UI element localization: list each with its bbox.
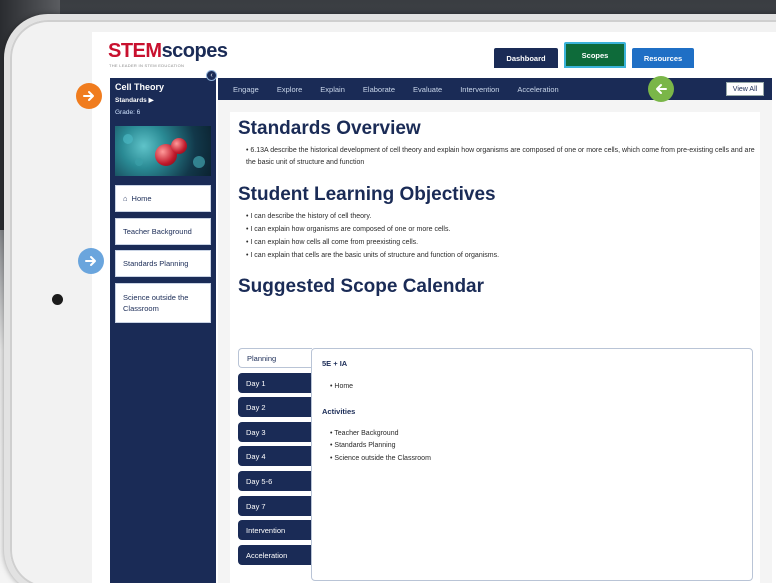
calendar-link-science-outside-classroom[interactable]: Science outside the Classroom [330, 455, 431, 462]
chevron-left-icon: ‹ [210, 72, 213, 79]
objective-item: I can explain that cells are the basic u… [246, 249, 756, 262]
calendar-panel: 5E + IA Home Activities Teacher Backgrou… [311, 348, 753, 581]
main-content: Standards Overview 6.13A describe the hi… [218, 100, 772, 583]
logo-tagline: THE LEADER IN STEM EDUCATION [109, 63, 185, 68]
sidebar-item-label: Teacher Background [123, 227, 192, 236]
unit-section-label[interactable]: Standards ▶ [115, 96, 154, 104]
nav-explain[interactable]: Explain [311, 85, 354, 94]
calendar-tab-day-2[interactable]: Day 2 [238, 397, 312, 417]
calendar-tab-day-5-6[interactable]: Day 5-6 [238, 471, 312, 491]
tab-resources[interactable]: Resources [632, 48, 694, 68]
calendar-title: Suggested Scope Calendar [238, 276, 485, 297]
collapse-sidebar-button[interactable]: ‹ [206, 70, 217, 81]
nav-intervention[interactable]: Intervention [451, 85, 508, 94]
tab-dashboard[interactable]: Dashboard [494, 48, 558, 68]
grade-label: Grade: 6 [115, 109, 141, 116]
objective-item: I can describe the history of cell theor… [246, 210, 756, 223]
objective-item: I can explain how organisms are composed… [246, 223, 756, 236]
objectives-title: Student Learning Objectives [238, 184, 496, 205]
blue-arrow-icon [78, 248, 104, 274]
camera-dot [52, 294, 63, 305]
stemscopes-logo[interactable]: STEMscopes [108, 40, 228, 63]
calendar-link-teacher-background[interactable]: Teacher Background [330, 430, 398, 437]
green-arrow-icon [648, 76, 674, 102]
unit-title: Cell Theory [115, 82, 165, 92]
calendar-heading: 5E + IA [322, 359, 348, 368]
orange-arrow-icon [76, 83, 102, 109]
sidebar-item-teacher-background[interactable]: Teacher Background [115, 218, 211, 245]
objective-item: I can explain how cells all come from pr… [246, 236, 756, 249]
standard-item: 6.13A describe the historical developmen… [246, 145, 756, 169]
standards-list: 6.13A describe the historical developmen… [246, 145, 756, 169]
section-nav: Engage Explore Explain Elaborate Evaluat… [218, 78, 772, 100]
app-screen: STEMscopes THE LEADER IN STEM EDUCATION … [92, 32, 776, 583]
calendar-tab-day-3[interactable]: Day 3 [238, 422, 312, 442]
nav-acceleration[interactable]: Acceleration [508, 85, 567, 94]
home-icon: ⌂ [123, 194, 128, 203]
standards-overview-title: Standards Overview [238, 118, 421, 139]
content-card: Standards Overview 6.13A describe the hi… [230, 112, 760, 583]
view-all-button[interactable]: View All [726, 82, 764, 96]
sidebar-item-label: Science outside the Classroom [123, 293, 189, 313]
calendar-tab-intervention[interactable]: Intervention [238, 520, 312, 540]
sidebar-item-standards-planning[interactable]: Standards Planning [115, 250, 211, 277]
sidebar-item-science-outside-classroom[interactable]: Science outside the Classroom [115, 283, 211, 323]
nav-engage[interactable]: Engage [224, 85, 268, 94]
sidebar: Cell Theory Standards ▶ Grade: 6 ⌂ Home … [110, 78, 216, 583]
cell-image [115, 126, 211, 176]
calendar-heading: Activities [322, 407, 356, 416]
sidebar-item-home[interactable]: ⌂ Home [115, 185, 211, 212]
objectives-list: I can describe the history of cell theor… [246, 210, 756, 262]
nav-evaluate[interactable]: Evaluate [404, 85, 451, 94]
calendar-tab-planning[interactable]: Planning [238, 348, 312, 368]
calendar-link-home[interactable]: Home [330, 383, 353, 390]
calendar-link-standards-planning[interactable]: Standards Planning [330, 442, 395, 449]
calendar-tab-day-7[interactable]: Day 7 [238, 496, 312, 516]
tab-scopes[interactable]: Scopes [564, 42, 626, 68]
sidebar-item-label: Home [131, 194, 152, 203]
sidebar-item-label: Standards Planning [123, 259, 189, 268]
nav-elaborate[interactable]: Elaborate [354, 85, 404, 94]
calendar-tab-acceleration[interactable]: Acceleration [238, 545, 312, 565]
nav-explore[interactable]: Explore [268, 85, 311, 94]
calendar-tab-day-1[interactable]: Day 1 [238, 373, 312, 393]
calendar-tab-day-4[interactable]: Day 4 [238, 446, 312, 466]
